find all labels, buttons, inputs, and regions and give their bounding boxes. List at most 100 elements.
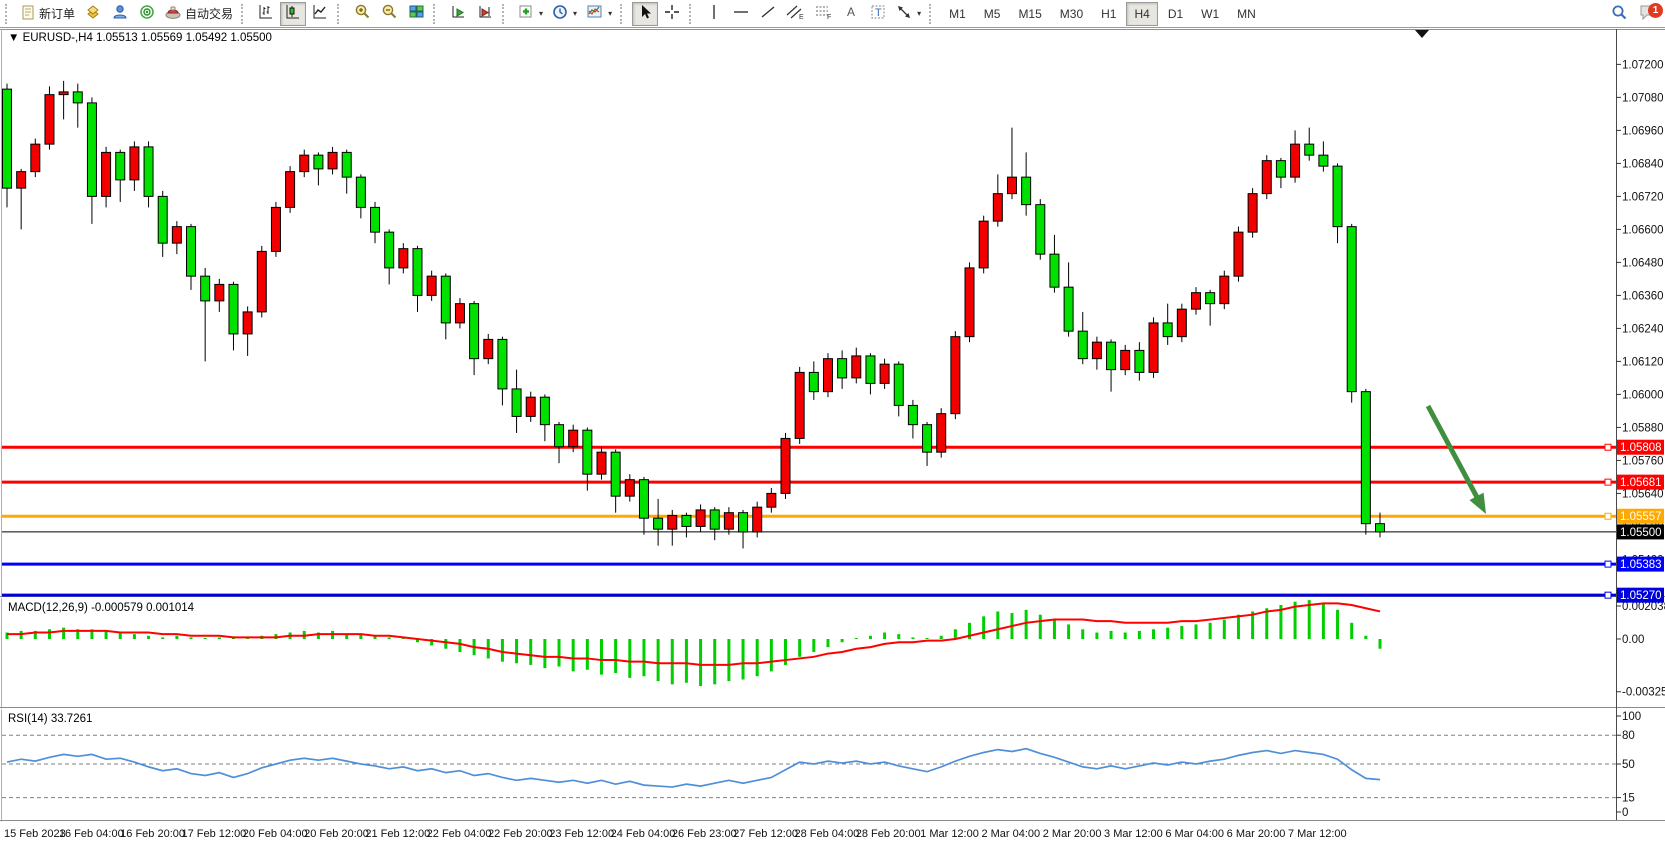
timeframe-M15[interactable]: M15 <box>1010 2 1049 26</box>
zoom-in-button[interactable] <box>349 2 375 26</box>
candle-body <box>243 312 252 334</box>
auto-scroll-button[interactable] <box>445 2 471 26</box>
arrows-tool-button[interactable]: ▾ <box>892 2 925 26</box>
text-tool-button[interactable]: A <box>838 2 864 26</box>
toolbar-grip <box>337 4 345 24</box>
templates-button[interactable]: ▾ <box>582 2 616 26</box>
price-tick-label: 1.06960 <box>1622 125 1664 137</box>
fibonacci-tool-button[interactable]: F <box>810 2 837 26</box>
horizontal-line-icon <box>732 4 750 23</box>
candle-body <box>795 372 804 438</box>
auto-scroll-icon <box>450 4 467 23</box>
candle-body <box>767 493 776 507</box>
time-axis-label: 6 Mar 20:00 <box>1227 828 1286 840</box>
periods-button[interactable]: ▾ <box>548 2 581 26</box>
candle-body <box>1305 144 1314 155</box>
market-watch-button[interactable] <box>80 2 106 26</box>
candle-body <box>1361 392 1370 524</box>
hline-anchor[interactable] <box>1605 444 1611 450</box>
new-order-button[interactable]: 新订单 <box>17 2 79 26</box>
equidistant-channel-icon: E <box>786 4 805 23</box>
text-icon: A <box>844 4 858 23</box>
timeframe-group: M1M5M15M30H1H4D1W1MN <box>941 2 1264 26</box>
time-axis-label: 21 Feb 12:00 <box>365 828 430 840</box>
candle-body <box>498 339 507 389</box>
candle-body <box>1050 254 1059 287</box>
bar-chart-button[interactable] <box>253 2 279 26</box>
vertical-line-tool-button[interactable] <box>701 2 727 26</box>
toolbar-grip <box>620 4 628 24</box>
zoom-out-button[interactable] <box>376 2 402 26</box>
equidistant-channel-tool-button[interactable]: E <box>782 2 809 26</box>
zoom-out-icon <box>381 4 398 23</box>
candle-body <box>271 207 280 251</box>
svg-text:T: T <box>875 7 882 19</box>
signals-button[interactable] <box>134 2 160 26</box>
time-axis[interactable]: 15 Feb 202316 Feb 04:0016 Feb 20:0017 Fe… <box>4 828 1347 840</box>
hline-price-label: 1.05681 <box>1617 475 1664 490</box>
timeframe-W1[interactable]: W1 <box>1193 2 1227 26</box>
autotrading-icon <box>165 4 182 23</box>
time-axis-label: 28 Feb 20:00 <box>856 828 921 840</box>
indicators-button[interactable]: ▾ <box>514 2 547 26</box>
text-label-tool-button[interactable]: T <box>865 2 891 26</box>
rsi-tick-label: 80 <box>1622 730 1635 742</box>
rsi-label: RSI(14) 33.7261 <box>8 713 92 725</box>
candle-body <box>1234 232 1243 276</box>
search-button[interactable] <box>1606 2 1632 26</box>
candle-body <box>880 364 889 383</box>
timeframe-D1[interactable]: D1 <box>1160 2 1191 26</box>
time-axis-label: 16 Feb 20:00 <box>120 828 185 840</box>
hline-anchor[interactable] <box>1605 513 1611 519</box>
candle-body <box>852 356 861 378</box>
navigator-button[interactable] <box>107 2 133 26</box>
chart-shift-button[interactable] <box>472 2 498 26</box>
candle-body <box>1220 276 1229 304</box>
candle-body <box>597 452 606 474</box>
time-axis-label: 23 Feb 12:00 <box>549 828 614 840</box>
timeframe-M30[interactable]: M30 <box>1052 2 1091 26</box>
chart-shift-icon <box>477 4 494 23</box>
rsi-tick-label: 100 <box>1622 711 1641 723</box>
candle-body <box>31 144 40 172</box>
crosshair-tool-button[interactable] <box>659 2 685 26</box>
timeframe-H1[interactable]: H1 <box>1093 2 1124 26</box>
candle-body <box>569 430 578 447</box>
toolbar-grip <box>5 4 13 24</box>
timeframe-H4[interactable]: H4 <box>1126 2 1157 26</box>
autotrading-label: 自动交易 <box>185 5 233 22</box>
candle-body <box>625 480 634 497</box>
candle-body <box>555 425 564 447</box>
chart-canvas[interactable]: 1.072001.070801.069601.068401.067201.066… <box>0 28 1665 843</box>
candle-body <box>1064 287 1073 331</box>
time-axis-label: 28 Feb 04:00 <box>794 828 859 840</box>
timeframe-M1[interactable]: M1 <box>941 2 974 26</box>
chevron-down-icon: ▾ <box>573 9 577 18</box>
hline-anchor[interactable] <box>1605 479 1611 485</box>
hline-anchor[interactable] <box>1605 592 1611 598</box>
candle-body <box>724 513 733 530</box>
market-watch-icon <box>84 4 102 23</box>
price-tick-label: 1.07200 <box>1622 59 1664 71</box>
vertical-line-icon <box>708 4 720 23</box>
line-chart-button[interactable] <box>307 2 333 26</box>
hline-anchor[interactable] <box>1605 561 1611 567</box>
timeframe-MN[interactable]: MN <box>1229 2 1264 26</box>
periods-icon <box>552 4 569 23</box>
timeframe-M5[interactable]: M5 <box>976 2 1009 26</box>
notifications-button[interactable]: 1 <box>1633 2 1663 26</box>
candle-body <box>144 147 153 197</box>
candle-body <box>1248 194 1257 233</box>
candle-body <box>130 147 139 180</box>
cursor-tool-button[interactable] <box>632 2 658 26</box>
candle-body <box>1291 144 1300 177</box>
trendline-tool-button[interactable] <box>755 2 781 26</box>
candlestick-chart-button[interactable] <box>280 2 306 26</box>
tile-windows-button[interactable] <box>403 2 429 26</box>
svg-text:A: A <box>847 5 855 19</box>
candle-body <box>399 249 408 268</box>
horizontal-line-tool-button[interactable] <box>728 2 754 26</box>
autotrading-button[interactable]: 自动交易 <box>161 2 237 26</box>
candle-body <box>1163 323 1172 337</box>
candle-body <box>17 172 26 189</box>
